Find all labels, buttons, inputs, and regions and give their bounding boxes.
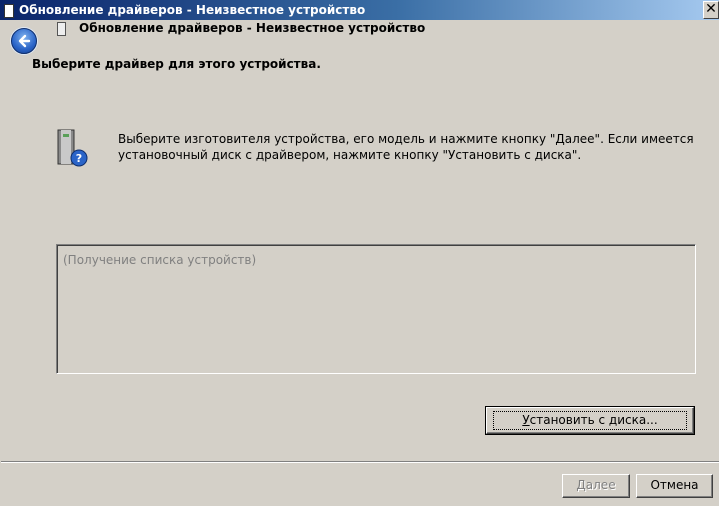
app-icon (4, 4, 14, 18)
close-icon: ✕ (705, 1, 717, 17)
back-button[interactable] (11, 28, 37, 54)
install-from-disk-label: Установить с диска... (493, 411, 687, 430)
next-label: Далее (576, 478, 616, 492)
page-heading: Выберите драйвер для этого устройства. (32, 57, 321, 71)
device-small-icon (57, 22, 66, 36)
back-arrow-icon (18, 34, 31, 48)
unknown-device-icon: ? (57, 129, 88, 167)
device-list[interactable]: (Получение списка устройств) (56, 244, 696, 374)
title-bar: Обновление драйверов - Неизвестное устро… (0, 0, 719, 20)
cancel-button[interactable]: Отмена (636, 474, 713, 498)
wizard-title: Обновление драйверов - Неизвестное устро… (79, 21, 426, 35)
instruction-text: Выберите изготовителя устройства, его мо… (118, 132, 694, 162)
window-title: Обновление драйверов - Неизвестное устро… (19, 3, 366, 17)
install-from-disk-button[interactable]: Установить с диска... (485, 406, 695, 435)
device-list-placeholder: (Получение списка устройств) (63, 253, 257, 267)
svg-text:?: ? (76, 152, 82, 165)
footer-separator (1, 461, 719, 463)
close-button[interactable]: ✕ (703, 1, 719, 19)
next-button[interactable]: Далее (562, 474, 630, 498)
